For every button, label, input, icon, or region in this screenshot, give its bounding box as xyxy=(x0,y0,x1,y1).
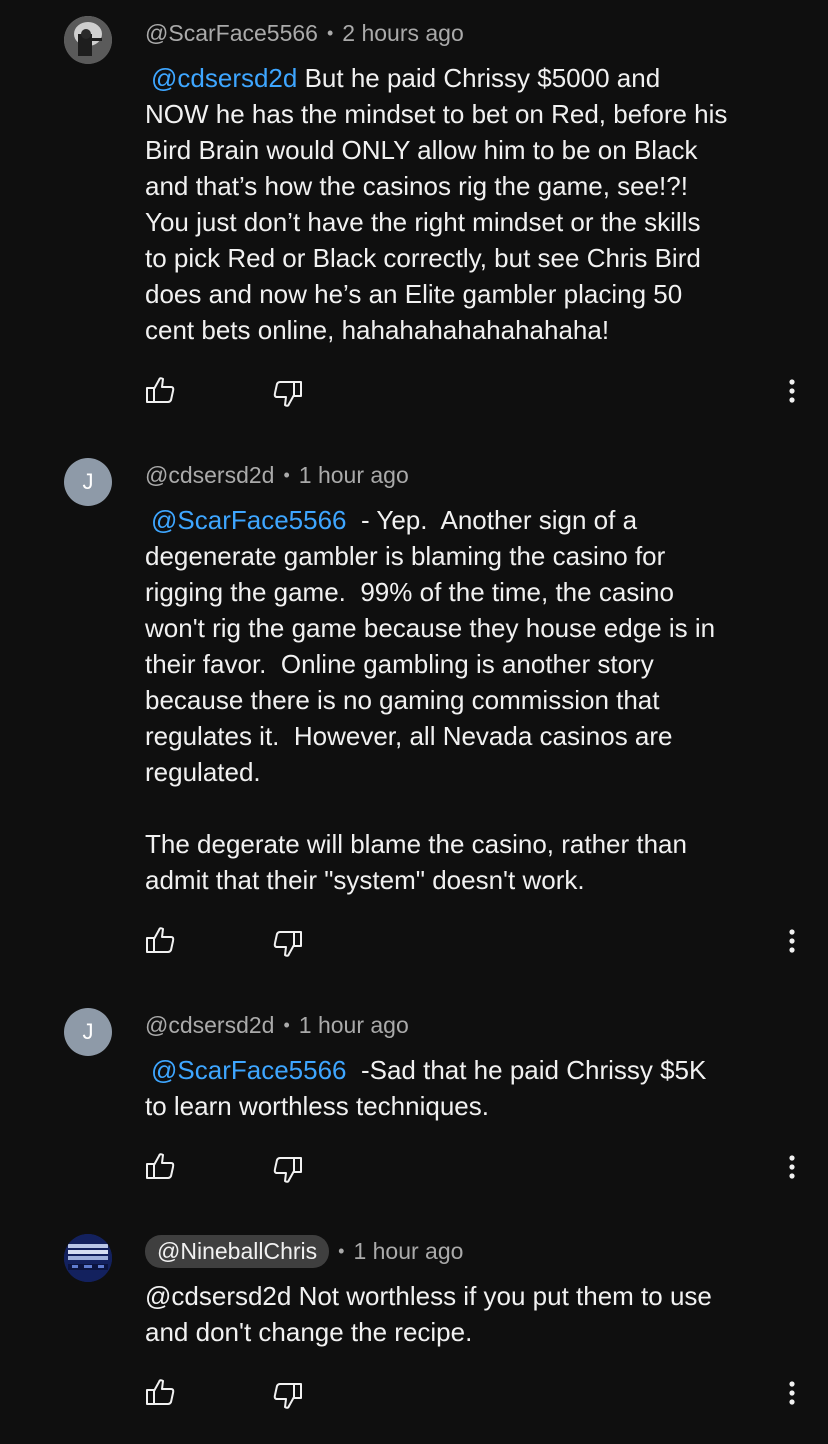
mention-link[interactable]: @ScarFace5566 xyxy=(145,1055,347,1085)
dislike-button[interactable] xyxy=(272,928,304,960)
avatar[interactable]: J xyxy=(64,458,112,506)
mention-link[interactable]: @cdsersd2d xyxy=(145,63,297,93)
comment-time[interactable]: 1 hour ago xyxy=(299,1012,409,1039)
comment-time[interactable]: 1 hour ago xyxy=(353,1238,463,1265)
comment-actions xyxy=(0,374,828,414)
avatar[interactable]: J xyxy=(64,1008,112,1056)
comment-meta: @cdsersd2d • 1 hour ago xyxy=(145,1008,409,1042)
comment-text: @ScarFace5566 - Yep. Another sign of a d… xyxy=(145,502,805,898)
more-vert-icon xyxy=(789,929,795,953)
thumbs-up-icon xyxy=(146,1379,175,1405)
more-options-button[interactable] xyxy=(780,924,804,956)
creator-author-badge[interactable]: @NineballChris xyxy=(145,1234,330,1268)
comment-author[interactable]: @cdsersd2d xyxy=(145,1012,274,1039)
more-vert-icon xyxy=(789,379,795,403)
separator-dot: • xyxy=(283,464,290,485)
more-vert-icon xyxy=(789,1155,795,1179)
dislike-button[interactable] xyxy=(272,1380,304,1412)
comment-body: - Yep. Another sign of a degenerate gamb… xyxy=(145,505,716,895)
mention-link[interactable]: @ScarFace5566 xyxy=(145,505,347,535)
comment-actions xyxy=(0,1376,828,1416)
comment-time[interactable]: 1 hour ago xyxy=(299,462,409,489)
dislike-button[interactable] xyxy=(272,1154,304,1186)
like-button[interactable] xyxy=(144,924,176,956)
dislike-button[interactable] xyxy=(272,378,304,410)
thumbs-up-icon xyxy=(146,377,175,403)
comment-actions xyxy=(0,1150,828,1190)
comment-meta: @ScarFace5566 • 2 hours ago xyxy=(145,16,464,50)
avatar[interactable] xyxy=(64,16,112,64)
like-button[interactable] xyxy=(144,1150,176,1182)
comment-meta: @NineballChris • 1 hour ago xyxy=(145,1234,463,1268)
thumbs-down-icon xyxy=(273,931,302,957)
comment-text: @cdsersd2d But he paid Chrissy $5000 and… xyxy=(145,60,805,348)
like-button[interactable] xyxy=(144,1376,176,1408)
thumbs-up-icon xyxy=(146,1153,175,1179)
comment-text: @ScarFace5566 -Sad that he paid Chrissy … xyxy=(145,1052,805,1124)
separator-dot: • xyxy=(283,1014,290,1035)
comment-author[interactable]: @ScarFace5566 xyxy=(145,20,318,47)
comment-actions xyxy=(0,924,828,964)
more-options-button[interactable] xyxy=(780,374,804,406)
thumbs-down-icon xyxy=(273,1383,302,1409)
more-vert-icon xyxy=(789,1381,795,1405)
like-button[interactable] xyxy=(144,374,176,406)
comment-body: @cdsersd2d Not worthless if you put them… xyxy=(145,1281,712,1347)
more-options-button[interactable] xyxy=(780,1150,804,1182)
comment-time[interactable]: 2 hours ago xyxy=(342,20,463,47)
thumbs-down-icon xyxy=(273,381,302,407)
comment-text: @cdsersd2d Not worthless if you put them… xyxy=(145,1278,805,1350)
avatar[interactable] xyxy=(64,1234,112,1282)
separator-dot: • xyxy=(338,1240,345,1261)
comment-author[interactable]: @cdsersd2d xyxy=(145,462,274,489)
separator-dot: • xyxy=(326,22,334,43)
thumbs-up-icon xyxy=(146,927,175,953)
comment-meta: @cdsersd2d • 1 hour ago xyxy=(145,458,409,492)
thumbs-down-icon xyxy=(273,1157,302,1183)
more-options-button[interactable] xyxy=(780,1376,804,1408)
comment-body: But he paid Chrissy $5000 and NOW he has… xyxy=(145,63,728,345)
